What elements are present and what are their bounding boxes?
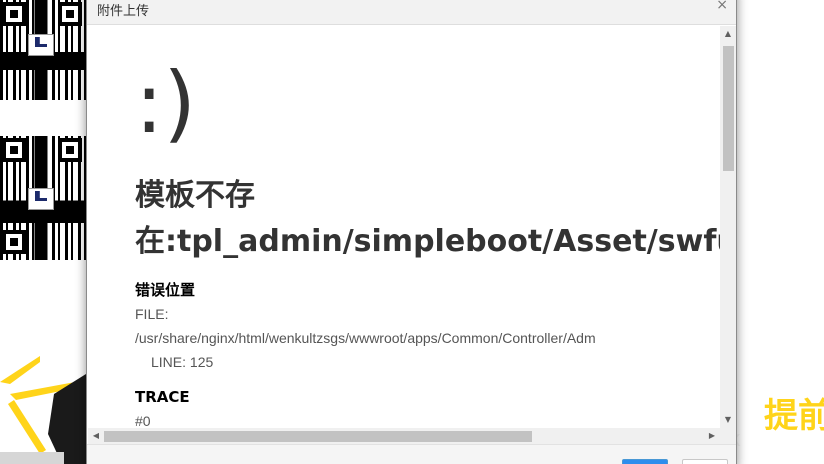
qr-code-image-top (0, 0, 86, 100)
dialog-footer (87, 444, 736, 464)
scrollbar-corner (720, 428, 736, 444)
file-path: /usr/share/nginx/html/wenkultzsgs/wwwroo… (135, 330, 596, 346)
qr-code-image-bottom (0, 136, 86, 260)
confirm-button[interactable] (622, 459, 668, 464)
horizontal-scrollbar[interactable]: ◀ ▶ (88, 428, 720, 444)
close-icon[interactable]: × (716, 0, 728, 13)
dialog-title: 附件上传 (97, 4, 150, 19)
scroll-right-arrow-icon[interactable]: ▶ (704, 428, 720, 444)
error-title: 模板不存 在:tpl_admin/simpleboot/Asset/swfu (135, 173, 721, 265)
cancel-button[interactable] (682, 459, 728, 464)
dialog-titlebar[interactable]: 附件上传 × (87, 0, 736, 25)
error-title-line: 在:tpl_admin/simpleboot/Asset/swfu (135, 224, 721, 259)
vertical-scroll-thumb[interactable] (723, 46, 734, 171)
qr-finder-pattern (58, 138, 82, 162)
decorative-shape-image (0, 356, 86, 464)
error-location-label: 错误位置 (135, 281, 196, 299)
vertical-scrollbar[interactable]: ▲ ▼ (720, 26, 736, 428)
trace-label: TRACE (135, 388, 190, 406)
upload-dialog: 附件上传 × :) 模板不存 在:tpl_admin/simpleboot/As… (86, 0, 737, 464)
scroll-up-arrow-icon[interactable]: ▲ (720, 26, 736, 42)
qr-finder-pattern (58, 2, 82, 26)
scroll-down-arrow-icon[interactable]: ▼ (720, 412, 736, 428)
error-face: :) (135, 54, 197, 152)
qr-logo-icon (28, 188, 54, 210)
qr-logo-icon (28, 34, 54, 56)
line-number: LINE: 125 (151, 354, 214, 370)
file-label: FILE: (135, 306, 169, 322)
dialog-iframe: :) 模板不存 在:tpl_admin/simpleboot/Asset/swf… (88, 26, 736, 444)
qr-finder-pattern (2, 2, 26, 26)
trace-item: #0 (135, 413, 151, 428)
scroll-left-arrow-icon[interactable]: ◀ (88, 428, 104, 444)
background-promo-text: 提前 (764, 396, 824, 436)
qr-finder-pattern (2, 138, 26, 162)
screen: 提前 hink 附件上传 × :) 模板不存 在:tpl_admin/simpl… (0, 0, 824, 464)
horizontal-scroll-thumb[interactable] (104, 431, 532, 442)
background-strip (0, 452, 64, 464)
error-page: :) 模板不存 在:tpl_admin/simpleboot/Asset/swf… (88, 26, 721, 428)
error-title-line: 模板不存 (135, 178, 255, 213)
qr-finder-pattern (2, 230, 26, 254)
